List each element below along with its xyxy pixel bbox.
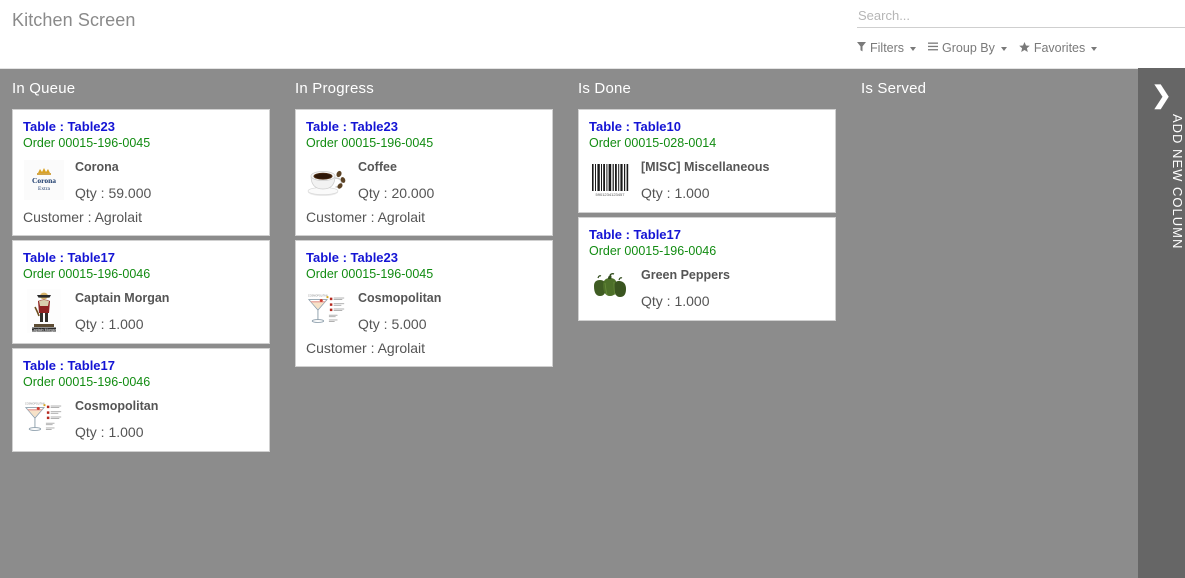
svg-text:Corona: Corona bbox=[32, 176, 56, 185]
cosmopolitan-cocktail-image: COSMOPOLITAN bbox=[306, 289, 348, 333]
kanban-card[interactable]: Table : Table23 Order 00015-196-0045 Coron… bbox=[12, 109, 270, 236]
svg-text:COSMOPOLITAN: COSMOPOLITAN bbox=[308, 295, 328, 298]
card-product-row: 5901234123457 [MISC] Miscellaneous Qty : 1… bbox=[589, 158, 825, 202]
card-product-name: Cosmopolitan bbox=[75, 399, 159, 413]
chevron-down-icon bbox=[1000, 47, 1007, 51]
card-product-row: COSMOPOLITAN Cosmopolitan Qty : 5.000 bbox=[306, 289, 542, 333]
barcode-placeholder-image: 5901234123457 bbox=[589, 158, 631, 202]
kanban-card[interactable]: Table : Table10 Order 00015-028-0014 59012… bbox=[578, 109, 836, 213]
kanban-column-cards: Table : Table23 Order 00015-196-0045 Coron… bbox=[0, 109, 283, 452]
svg-text:Captain Morgan: Captain Morgan bbox=[31, 328, 57, 332]
card-order-reference: Order 00015-196-0045 bbox=[306, 136, 434, 150]
kanban-card[interactable]: Table : Table17 Order 00015-196-0046 COSMO… bbox=[12, 348, 270, 452]
card-table-label: Table : Table23 bbox=[23, 119, 115, 134]
card-product-info: Cosmopolitan Qty : 5.000 bbox=[358, 289, 441, 332]
green-peppers-image bbox=[589, 266, 631, 310]
card-customer: Customer : Agrolait bbox=[23, 209, 143, 225]
card-product-name: Coffee bbox=[358, 160, 397, 174]
card-product-row: COSMOPOLITAN Cosmopolitan Qty : 1.000 bbox=[23, 397, 259, 441]
kanban-column-cards: Table : Table10 Order 00015-028-0014 59012… bbox=[566, 109, 849, 321]
card-product-info: Coffee Qty : 20.000 bbox=[358, 158, 434, 201]
card-table-label: Table : Table23 bbox=[306, 250, 398, 265]
filter-toolbar: Filters Group By Favorites bbox=[857, 41, 1098, 55]
card-order-reference: Order 00015-196-0045 bbox=[306, 267, 434, 281]
corona-beer-logo-image: Corona Extra bbox=[23, 158, 65, 202]
kanban-column-is-served: Is Served bbox=[849, 69, 1132, 578]
add-new-column-button[interactable]: ❯ ADD NEW COLUMN bbox=[1138, 68, 1185, 578]
card-product-name: [MISC] Miscellaneous bbox=[641, 160, 770, 174]
card-product-row: Captain Morgan Captain Morgan Qty : 1.000 bbox=[23, 289, 259, 333]
groupby-dropdown[interactable]: Group By bbox=[928, 41, 1007, 55]
kanban-column-title[interactable]: In Progress bbox=[283, 69, 566, 109]
card-product-name: Captain Morgan bbox=[75, 291, 170, 305]
card-product-row: Green Peppers Qty : 1.000 bbox=[589, 266, 825, 310]
svg-text:5901234123457: 5901234123457 bbox=[596, 192, 626, 197]
control-panel: Kitchen Screen Filters Group By bbox=[0, 0, 1185, 68]
search-input[interactable] bbox=[857, 8, 1185, 28]
chevron-right-icon: ❯ bbox=[1151, 82, 1172, 109]
kanban-card[interactable]: Table : Table23 Order 00015-196-0045 Coffe… bbox=[295, 109, 553, 236]
filter-funnel-icon bbox=[857, 41, 866, 55]
card-order-reference: Order 00015-196-0046 bbox=[589, 244, 717, 258]
kanban-card[interactable]: Table : Table23 Order 00015-196-0045 COSMO… bbox=[295, 240, 553, 367]
card-product-info: Green Peppers Qty : 1.000 bbox=[641, 266, 730, 309]
search-container bbox=[857, 7, 1185, 28]
kanban-board: In Queue Table : Table23 Order 00015-196-0… bbox=[0, 68, 1138, 578]
kanban-column-title[interactable]: Is Done bbox=[566, 69, 849, 109]
star-icon bbox=[1019, 41, 1030, 55]
card-product-name: Green Peppers bbox=[641, 268, 730, 282]
groupby-label: Group By bbox=[942, 41, 995, 55]
card-table-label: Table : Table17 bbox=[23, 358, 115, 373]
card-product-info: [MISC] Miscellaneous Qty : 1.000 bbox=[641, 158, 770, 201]
kanban-column-title[interactable]: In Queue bbox=[0, 69, 283, 109]
filters-dropdown[interactable]: Filters bbox=[857, 41, 917, 55]
card-table-label: Table : Table23 bbox=[306, 119, 398, 134]
kanban-card[interactable]: Table : Table17 Order 00015-196-0046 Green… bbox=[578, 217, 836, 321]
card-table-label: Table : Table10 bbox=[589, 119, 681, 134]
chevron-down-icon bbox=[1091, 47, 1098, 51]
card-quantity: Qty : 1.000 bbox=[641, 293, 710, 309]
card-quantity: Qty : 1.000 bbox=[641, 185, 710, 201]
card-product-row: Coffee Qty : 20.000 bbox=[306, 158, 542, 202]
card-product-info: Corona Qty : 59.000 bbox=[75, 158, 151, 201]
breadcrumb: Kitchen Screen bbox=[12, 10, 136, 30]
kanban-column-cards: Table : Table23 Order 00015-196-0045 Coffe… bbox=[283, 109, 566, 367]
card-quantity: Qty : 1.000 bbox=[75, 316, 144, 332]
add-new-column-label: ADD NEW COLUMN bbox=[1170, 114, 1185, 250]
svg-text:COSMOPOLITAN: COSMOPOLITAN bbox=[25, 403, 45, 406]
card-product-row: Corona Extra Corona Qty : 59.000 bbox=[23, 158, 259, 202]
kanban-column-is-done: Is Done Table : Table10 Order 00015-028-00… bbox=[566, 69, 849, 578]
card-order-reference: Order 00015-196-0045 bbox=[23, 136, 151, 150]
card-product-info: Cosmopolitan Qty : 1.000 bbox=[75, 397, 158, 440]
favorites-label: Favorites bbox=[1033, 41, 1086, 55]
kanban-column-title[interactable]: Is Served bbox=[849, 69, 1132, 109]
card-order-reference: Order 00015-028-0014 bbox=[589, 136, 717, 150]
card-customer: Customer : Agrolait bbox=[306, 209, 426, 225]
card-quantity: Qty : 59.000 bbox=[75, 185, 152, 201]
card-order-reference: Order 00015-196-0046 bbox=[23, 267, 151, 281]
card-customer: Customer : Agrolait bbox=[306, 340, 426, 356]
card-table-label: Table : Table17 bbox=[23, 250, 115, 265]
captain-morgan-rum-image: Captain Morgan bbox=[23, 289, 65, 333]
svg-text:Extra: Extra bbox=[38, 186, 50, 192]
kanban-column-in-progress: In Progress Table : Table23 Order 00015-19… bbox=[283, 69, 566, 578]
card-product-info: Captain Morgan Qty : 1.000 bbox=[75, 289, 169, 332]
card-quantity: Qty : 5.000 bbox=[358, 316, 427, 332]
filters-label: Filters bbox=[870, 41, 905, 55]
kanban-column-in-queue: In Queue Table : Table23 Order 00015-196-0… bbox=[0, 69, 283, 578]
chevron-down-icon bbox=[910, 47, 917, 51]
kanban-card[interactable]: Table : Table17 Order 00015-196-0046 Capta… bbox=[12, 240, 270, 344]
card-table-label: Table : Table17 bbox=[589, 227, 681, 242]
card-order-reference: Order 00015-196-0046 bbox=[23, 375, 151, 389]
card-quantity: Qty : 20.000 bbox=[358, 185, 435, 201]
card-quantity: Qty : 1.000 bbox=[75, 424, 144, 440]
card-product-name: Corona bbox=[75, 160, 119, 174]
list-lines-icon bbox=[928, 42, 939, 54]
card-product-name: Cosmopolitan bbox=[358, 291, 442, 305]
coffee-cup-image bbox=[306, 158, 348, 202]
favorites-dropdown[interactable]: Favorites bbox=[1019, 41, 1098, 55]
cosmopolitan-cocktail-image: COSMOPOLITAN bbox=[23, 397, 65, 441]
